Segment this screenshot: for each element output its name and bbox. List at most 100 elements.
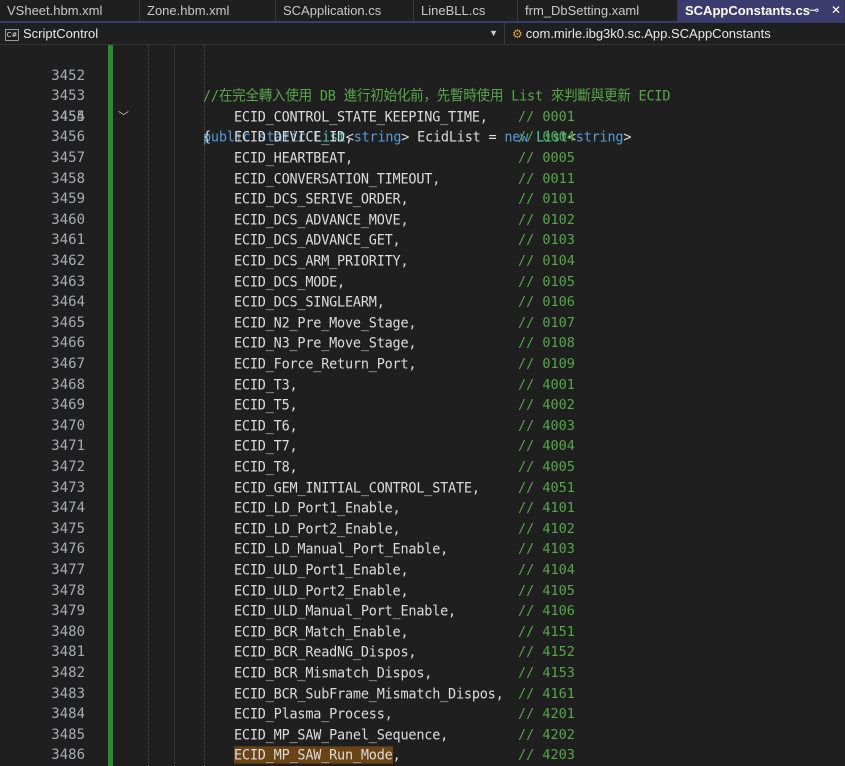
ecid-entry: ECID_MP_SAW_Panel_Sequence, (234, 726, 449, 744)
ecid-entry: ECID_DCS_ADVANCE_GET, (234, 231, 401, 250)
code-line: 3462 ECID_DCS_ARM_PRIORITY, // 0104 (0, 251, 845, 272)
ecid-comment: // 4051 (518, 479, 575, 496)
ecid-entry: ECID_N3_Pre_Move_Stage, (234, 334, 417, 353)
project-name: ScriptControl (23, 26, 99, 41)
ecid-entry: ECID_BCR_Match_Enable, (234, 623, 409, 641)
ecid-comment: // 4001 (518, 376, 575, 393)
line-number: 3457 (51, 150, 85, 166)
ecid-entry: ECID_BCR_Mismatch_Dispos, (234, 664, 433, 682)
ecid-comment: // 4002 (518, 397, 575, 414)
scope-name: com.mirle.ibg3k0.sc.App.SCAppConstants (525, 26, 771, 41)
ecid-comment: // 4005 (518, 459, 575, 475)
code-line: 3477 ECID_ULD_Port1_Enable, // 4104 (0, 560, 845, 581)
code-line: 3455 ECID_CONTROL_STATE_KEEPING_TIME, // 0… (0, 107, 845, 128)
line-number: 3475 (51, 520, 85, 537)
ecid-entry: ECID_ULD_Port2_Enable, (234, 581, 409, 600)
ecid-entry: ECID_T7, (234, 437, 298, 456)
code-line: 3472 ECID_T8, // 4005 (0, 457, 845, 478)
code-line: 3478 ECID_ULD_Port2_Enable, // 4105 (0, 581, 845, 602)
code-line: 3468 ECID_T3, // 4001 (0, 375, 845, 396)
code-line: 3467 ECID_Force_Return_Port, // 0109 (0, 354, 845, 375)
document-tab-bar: VSheet.hbm.xml Zone.hbm.xml SCApplicatio… (0, 0, 845, 23)
tab-vsheet[interactable]: VSheet.hbm.xml (0, 0, 140, 21)
line-number: 3465 (51, 314, 85, 331)
tab-label: SCAppConstants.cs (685, 3, 810, 18)
ecid-comment: // 4152 (518, 644, 575, 661)
ecid-entry: ECID_DCS_ADVANCE_MOVE, (234, 211, 409, 229)
tab-label: VSheet.hbm.xml (7, 3, 103, 18)
line-number: 3470 (51, 417, 85, 434)
ecid-comment: // 0004 (518, 129, 575, 146)
ecid-entry: ECID_BCR_ReadNG_Dispos, (234, 643, 417, 662)
line-number: 3479 (51, 603, 85, 620)
ecid-comment: // 0107 (518, 314, 575, 331)
ecid-entry: ECID_GEM_INITIAL_CONTROL_STATE, (234, 478, 480, 497)
code-line: 3483 ECID_BCR_SubFrame_Mismatch_Dispos, //… (0, 684, 845, 705)
ecid-entry: ECID_DCS_ARM_PRIORITY, (234, 252, 409, 270)
ecid-comment: // 4202 (518, 726, 575, 743)
code-line: 3464 ECID_DCS_SINGLEARM, // 0106 (0, 292, 845, 313)
code-line: 3475 ECID_LD_Port2_Enable, // 4102 (0, 519, 845, 540)
tab-frm-dbsetting[interactable]: frm_DbSetting.xaml (518, 0, 678, 21)
ecid-comment: // 4101 (518, 500, 575, 517)
ecid-comment: // 4102 (518, 520, 575, 537)
ecid-comment: // 4003 (518, 417, 575, 434)
code-line: 3459 ECID_DCS_SERIVE_ORDER, // 0101 (0, 189, 845, 210)
ecid-entry: ECID_DCS_MODE, (234, 272, 345, 291)
line-number: 3459 (51, 191, 85, 208)
line-number: 3472 (51, 459, 85, 475)
csharp-project-icon: C# (5, 28, 19, 41)
code-line: 3480 ECID_BCR_Match_Enable, // 4151 (0, 622, 845, 643)
code-line: 3482 ECID_BCR_Mismatch_Dispos, // 4153 (0, 663, 845, 684)
code-line: 3471 ECID_T7, // 4004 (0, 436, 845, 457)
ecid-entry: ECID_DCS_SINGLEARM, (234, 293, 385, 311)
line-suffix: , (392, 746, 401, 765)
tab-linebll[interactable]: LineBLL.cs (414, 0, 518, 21)
scope-dropdown[interactable]: ⚙ com.mirle.ibg3k0.sc.App.SCAppConstants (508, 23, 845, 44)
line-number: 3482 (51, 665, 85, 681)
ecid-comment: // 0102 (518, 211, 575, 228)
ecid-entry: ECID_CONVERSATION_TIMEOUT, (234, 169, 441, 188)
line-number: 3462 (51, 253, 85, 269)
code-line: 3485 ECID_MP_SAW_Panel_Sequence, // 4202 (0, 725, 845, 746)
line-number: 3478 (51, 582, 85, 599)
ecid-comment: // 4151 (518, 623, 575, 640)
line-number: 3480 (51, 623, 85, 640)
line-number: 3474 (51, 500, 85, 517)
ecid-comment: // 0103 (518, 232, 575, 249)
tab-label: Zone.hbm.xml (147, 3, 230, 18)
code-line: 3465 ECID_N2_Pre_Move_Stage, // 0107 (0, 313, 845, 334)
ecid-comment: // 4161 (518, 685, 575, 702)
tab-actions: ⊸ ✕ (801, 0, 841, 21)
ecid-entry: ECID_LD_Port1_Enable, (234, 499, 401, 517)
line-number: 3476 (51, 541, 85, 558)
line-number: 3483 (51, 685, 85, 702)
tab-scapplication[interactable]: SCApplication.cs (276, 0, 414, 21)
code-editor[interactable]: 3452 //在完全轉入使用 DB 進行初始化前，先暫時使用 List 來判斷與… (0, 45, 845, 766)
code-line: 3473 ECID_GEM_INITIAL_CONTROL_STATE, // 40… (0, 478, 845, 499)
search-highlight: ECID_MP_SAW_Run_Mode (234, 746, 393, 765)
ecid-comment: // 0011 (518, 170, 575, 187)
close-icon[interactable]: ✕ (831, 0, 841, 21)
line-number: 3471 (51, 438, 85, 455)
code-line: 3474 ECID_LD_Port1_Enable, // 4101 (0, 498, 845, 519)
ecid-comment: // 0108 (518, 335, 575, 352)
ecid-comment: // 0106 (518, 294, 575, 311)
code-line: 3484 ECID_Plasma_Process, // 4201 (0, 704, 845, 725)
code-line: 3454 { (0, 86, 845, 146)
ecid-comment: // 0101 (518, 191, 575, 208)
code-line: 3481 ECID_BCR_ReadNG_Dispos, // 4152 (0, 642, 845, 663)
project-dropdown[interactable]: C# ScriptControl ▼ (0, 23, 505, 44)
line-number: 3467 (51, 356, 85, 372)
pin-icon[interactable]: ⊸ (809, 0, 819, 21)
code-line: 3476 ECID_LD_Manual_Port_Enable, // 4103 (0, 539, 845, 560)
ecid-comment: // 0001 (518, 108, 575, 125)
ecid-entry: ECID_T8, (234, 458, 298, 476)
line-number: 3466 (51, 335, 85, 352)
tab-zone[interactable]: Zone.hbm.xml (140, 0, 276, 21)
line-number: 3458 (51, 170, 85, 187)
ecid-entry: ECID_DCS_SERIVE_ORDER, (234, 190, 409, 208)
ecid-entry: ECID_T6, (234, 417, 298, 435)
code-line: 3456 ECID_DEVICE_ID, // 0004 (0, 127, 845, 148)
line-number: 3486 (51, 747, 85, 764)
